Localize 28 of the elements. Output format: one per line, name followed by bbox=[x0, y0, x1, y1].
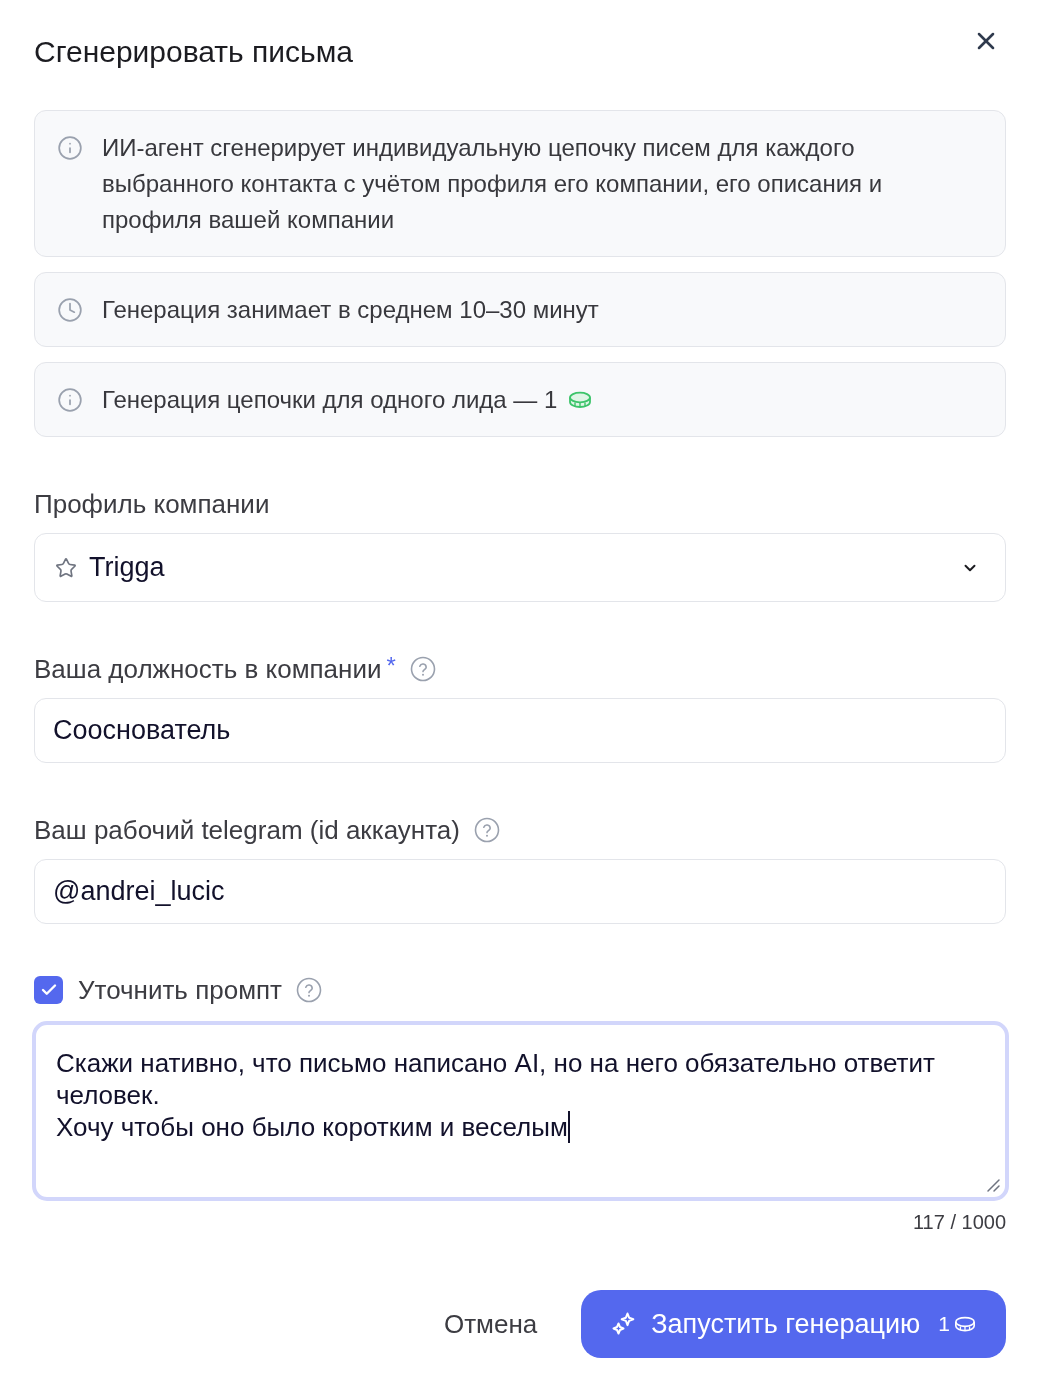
dialog-title: Сгенерировать письма bbox=[34, 35, 353, 69]
help-icon[interactable] bbox=[409, 656, 436, 682]
field-label: Профиль компании bbox=[34, 488, 270, 520]
required-mark: * bbox=[386, 652, 396, 680]
text-cursor bbox=[567, 1111, 570, 1143]
coin-icon bbox=[954, 1315, 976, 1333]
character-counter: 117 / 1000 bbox=[912, 1211, 1006, 1234]
checkbox[interactable] bbox=[34, 976, 63, 1004]
resize-grip-icon[interactable] bbox=[985, 1177, 1001, 1193]
cancel-button[interactable]: Отмена bbox=[421, 1290, 560, 1358]
notice-text: Генерация занимает в среднем 10–30 минут bbox=[102, 295, 600, 325]
help-icon[interactable] bbox=[473, 817, 500, 843]
field-label: Ваш рабочий telegram (id аккаунта) bbox=[34, 814, 460, 846]
star-icon bbox=[55, 556, 77, 579]
notice-text: Генерация цепочки для одного лида — 1 bbox=[102, 385, 559, 415]
start-generation-button[interactable]: Запустить генерацию 1 bbox=[581, 1290, 1006, 1358]
info-icon bbox=[57, 135, 83, 161]
checkbox-label: Уточнить промпт bbox=[78, 974, 282, 1006]
company-profile-select[interactable]: Trigga bbox=[34, 533, 1006, 602]
info-icon bbox=[57, 387, 83, 413]
select-value: Trigga bbox=[89, 552, 166, 583]
input-field[interactable]: @andrei_lucic bbox=[34, 859, 1006, 924]
prompt-text-area[interactable]: Скажи нативно, что письмо написано AI, но на него обязательно ответит человек. Хочу чтобы оно было коротким и веселым bbox=[32, 1021, 1009, 1201]
input-field[interactable]: Сооснователь bbox=[34, 698, 1006, 763]
field-label: Ваша должность в компании bbox=[34, 653, 382, 685]
notice-text: ИИ-агент сгенерирует индивидуальную цепочку писем для каждого выбранного контакта с учётом профиля его компании, его описания и профиля вашей компании bbox=[102, 133, 884, 235]
help-icon[interactable] bbox=[296, 977, 322, 1003]
clock-icon bbox=[57, 297, 83, 323]
